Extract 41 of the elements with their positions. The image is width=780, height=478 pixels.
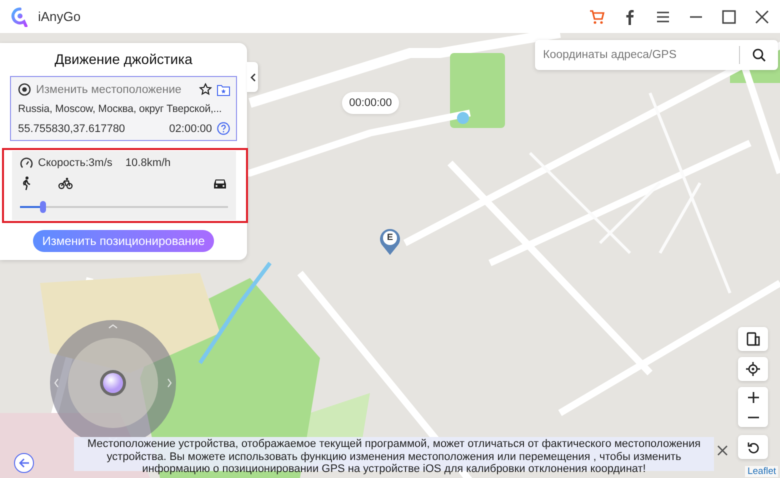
phone-tablet-icon: [746, 332, 760, 346]
app-name: iAnyGo: [38, 9, 81, 24]
rotate-icon: [746, 440, 760, 454]
folder-star-icon[interactable]: [217, 84, 230, 96]
attribution-link[interactable]: Leaflet: [745, 466, 778, 477]
minus-icon: [748, 416, 758, 418]
search-bar[interactable]: Координаты адреса/GPS: [535, 40, 778, 70]
device-button[interactable]: [738, 327, 768, 351]
close-icon[interactable]: [754, 8, 770, 24]
speed-kmh: 10.8km/h: [125, 157, 171, 169]
plus-icon: [748, 392, 758, 402]
help-icon[interactable]: [217, 122, 230, 135]
change-positioning-button[interactable]: Изменить позиционирование: [33, 230, 214, 252]
timer-display: 00:00:00: [342, 92, 399, 114]
chevron-left-icon: [250, 72, 256, 82]
zoom-in-button[interactable]: [738, 387, 768, 407]
collapse-tab[interactable]: [247, 62, 258, 92]
cart-icon[interactable]: [589, 8, 605, 24]
menu-icon[interactable]: [655, 8, 671, 24]
panel-title: Движение джойстика: [54, 51, 194, 67]
marker-label: E: [386, 232, 394, 242]
duration-text: 02:00:00: [169, 122, 212, 134]
reset-button[interactable]: [738, 435, 768, 459]
target-icon: [18, 83, 31, 96]
speed-slider[interactable]: [20, 201, 228, 213]
speed-label: Скорость:3m/s: [38, 157, 112, 169]
search-icon[interactable]: [752, 48, 766, 62]
arrow-left-icon: [18, 458, 30, 468]
coordinates-text: 55.755830,37.617780: [18, 122, 126, 134]
star-icon[interactable]: [199, 83, 212, 96]
address-text: Russia, Moscow, Москва, округ Тверской,...: [18, 103, 223, 115]
close-icon[interactable]: [717, 445, 728, 456]
map-marker-icon: [379, 228, 401, 256]
maximize-icon[interactable]: [721, 8, 737, 24]
bicycle-icon: [58, 176, 74, 191]
locate-button[interactable]: [738, 357, 768, 381]
crosshair-icon: [746, 362, 760, 376]
change-location-link[interactable]: Изменить местоположение: [36, 84, 182, 96]
search-field[interactable]: Координаты адреса/GPS: [535, 49, 739, 61]
app-logo-icon: [10, 6, 30, 26]
speedometer-icon: [20, 157, 33, 169]
